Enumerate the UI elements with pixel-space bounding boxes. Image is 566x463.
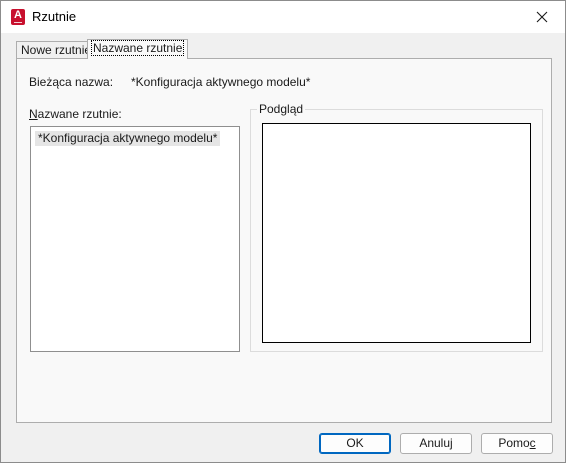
dialog-window: A Rzutnie Nowe rzutnie Nazwane rzutnie B…: [0, 0, 566, 463]
autocad-app-icon: A: [11, 9, 25, 25]
help-button-label: Pomo: [498, 436, 530, 450]
current-name-value: *Konfiguracja aktywnego modelu*: [131, 75, 311, 89]
named-viewports-label: Nazwane rzutnie:: [29, 107, 122, 121]
close-icon: [536, 11, 548, 23]
tab-named-viewports[interactable]: Nazwane rzutnie: [87, 39, 189, 59]
current-name-label: Bieżąca nazwa:: [29, 75, 114, 89]
preview-group: Podgląd: [250, 102, 543, 352]
preview-pane: [262, 123, 531, 343]
ok-button[interactable]: OK: [319, 433, 391, 454]
title-bar[interactable]: A Rzutnie: [1, 1, 565, 33]
close-button[interactable]: [519, 1, 565, 33]
help-button[interactable]: Pomoc: [481, 433, 553, 454]
tab-new-viewports[interactable]: Nowe rzutnie: [16, 41, 97, 59]
tab-page-named-viewports: Bieżąca nazwa: *Konfiguracja aktywnego m…: [16, 58, 552, 423]
help-button-accel: c: [529, 436, 536, 450]
named-viewports-label-rest: azwane rzutnie:: [37, 107, 122, 121]
window-title: Rzutnie: [32, 9, 77, 24]
list-item[interactable]: *Konfiguracja aktywnego modelu*: [35, 131, 221, 146]
named-viewports-label-accel: N: [29, 107, 38, 121]
named-viewports-list[interactable]: *Konfiguracja aktywnego modelu*: [30, 126, 240, 352]
tab-named-viewports-label: Nazwane rzutnie: [90, 40, 185, 56]
preview-label: Podgląd: [257, 102, 306, 116]
cancel-button[interactable]: Anuluj: [400, 433, 472, 454]
